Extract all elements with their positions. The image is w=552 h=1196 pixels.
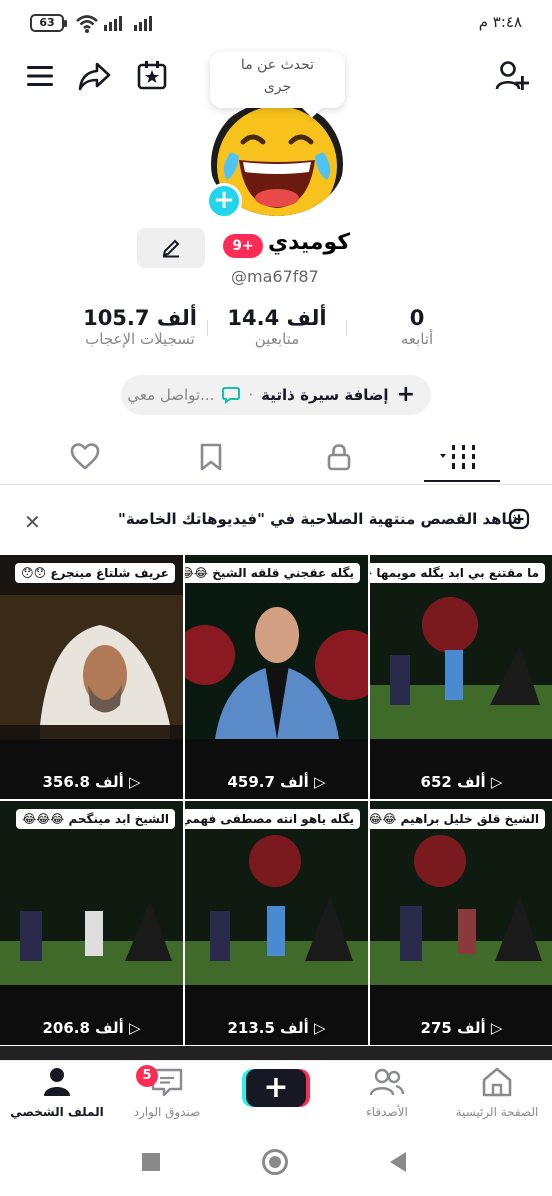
video-caption: يگله ياهو انته مصطفى فهمي 😂 (185, 809, 360, 829)
video-caption: الشيخ ابد مينگحم 😂😂😂 (16, 809, 175, 829)
nav-inbox[interactable]: صندوق الوارد (112, 1067, 222, 1119)
nav-friends[interactable]: الأصدقاء (332, 1067, 442, 1119)
back-button[interactable] (390, 1152, 406, 1172)
close-icon[interactable]: ✕ (24, 510, 41, 534)
video-views: 356.8 ألف ▷ (42, 773, 141, 791)
video-caption: ما مقتنع بي ابد يگله مويمها 😂 (370, 563, 545, 583)
edit-profile-button[interactable] (137, 228, 205, 268)
bio-separator: · (248, 386, 254, 404)
heart-icon (70, 443, 100, 470)
likes-count: 105.7 ألف (83, 306, 197, 330)
video-caption: يگله عقجني قلقه الشيخ 😂😂😂 (185, 563, 360, 583)
clock: ٣:٤٨ م (478, 13, 522, 31)
add-friend-icon[interactable] (492, 58, 532, 94)
video-tile[interactable]: يگله عقجني قلقه الشيخ 😂😂😂 459.7 ألف ▷ (185, 555, 368, 799)
system-nav-bar (0, 1135, 552, 1196)
friends-icon (369, 1068, 405, 1096)
inbox-badge: 5 (136, 1065, 158, 1087)
post-button[interactable]: + (246, 1069, 306, 1107)
video-views: 213.5 ألف ▷ (227, 1019, 326, 1037)
calendar-star-icon[interactable] (134, 58, 170, 92)
likes-label: تسجيلات الإعجاب (85, 330, 195, 348)
following-label: أتابعه (400, 330, 434, 348)
profile-name: كوميدي (268, 230, 351, 255)
video-grid: عريف شلتاغ مينجرع 😯😯 356.8 ألف ▷ يگله عق… (0, 555, 552, 1050)
expired-stories-banner[interactable]: ✕ شاهد القصص منتهية الصلاحية في "فيديوها… (0, 500, 552, 540)
profile-handle: @ma67f87 (231, 267, 319, 286)
bottom-nav: الصفحة الرئيسية الأصدقاء + صندوق الوارد … (0, 1060, 552, 1135)
nav-home[interactable]: الصفحة الرئيسية (442, 1067, 552, 1119)
bio-pill[interactable]: تواصل معي... · إضافة سيرة ذاتية + (121, 375, 431, 415)
video-tile[interactable]: الشيخ قلق خليل براهيم 😂😂 275 ألف ▷ (370, 801, 552, 1045)
nav-inbox-label: صندوق الوارد (133, 1105, 201, 1119)
video-views: 459.7 ألف ▷ (227, 773, 326, 791)
stat-following[interactable]: 0 أتابعه (372, 306, 462, 348)
banner-text: شاهد القصص منتهية الصلاحية في "فيديوهاتك… (118, 510, 522, 528)
video-caption: عريف شلتاغ مينجرع 😯😯 (15, 563, 175, 583)
followers-label: متابعين (254, 330, 300, 348)
nav-home-label: الصفحة الرئيسية (455, 1105, 539, 1119)
connect-label[interactable]: تواصل معي... (127, 386, 214, 404)
pencil-icon (162, 239, 180, 258)
battery-indicator: 63 (30, 14, 67, 32)
video-tile[interactable]: عريف شلتاغ مينجرع 😯😯 356.8 ألف ▷ (0, 555, 183, 799)
video-views: 652 ألف ▷ (420, 773, 503, 791)
add-bio-label[interactable]: إضافة سيرة ذاتية (261, 386, 388, 404)
video-views: 206.8 ألف ▷ (42, 1019, 141, 1037)
tab-videos[interactable] (393, 432, 531, 482)
status-bar: 63 ٣:٤٨ م (0, 0, 552, 48)
nav-friends-label: الأصدقاء (366, 1105, 408, 1119)
tab-private[interactable] (270, 432, 408, 482)
note-bubble[interactable]: تحدث عن ما جرى (210, 52, 345, 108)
chat-bubble-icon (222, 386, 241, 404)
tabs-divider (0, 484, 552, 485)
video-tile[interactable]: الشيخ ابد مينگحم 😂😂😂 206.8 ألف ▷ (0, 801, 183, 1045)
signal-icon (104, 16, 122, 31)
nav-profile-label: الملف الشخصي (10, 1105, 104, 1119)
home-button[interactable] (262, 1149, 288, 1175)
stat-likes: 105.7 ألف تسجيلات الإعجاب (70, 306, 210, 348)
bookmark-icon (200, 443, 222, 471)
tab-favorites[interactable] (142, 432, 280, 482)
stat-divider (346, 320, 347, 336)
following-count: 0 (409, 306, 425, 330)
profile-icon (44, 1068, 70, 1096)
video-views: 275 ألف ▷ (420, 1019, 503, 1037)
stat-followers[interactable]: 14.4 ألف متابعين (220, 306, 334, 348)
video-tile[interactable]: يگله ياهو انته مصطفى فهمي 😂 213.5 ألف ▷ (185, 801, 368, 1045)
plus-icon: + (396, 382, 415, 407)
menu-icon[interactable] (22, 60, 58, 92)
notification-badge[interactable]: 9+ (223, 234, 263, 258)
grid-icon (440, 445, 475, 469)
tab-liked[interactable] (16, 432, 154, 482)
active-tab-indicator (424, 480, 500, 482)
video-tile[interactable]: ما مقتنع بي ابد يگله مويمها 😂 652 ألف ▷ (370, 555, 552, 799)
add-circle-icon (508, 508, 530, 534)
stat-divider (207, 320, 208, 336)
share-icon[interactable] (76, 58, 114, 94)
followers-count: 14.4 ألف (227, 306, 327, 330)
home-icon (482, 1067, 512, 1097)
lock-icon (327, 444, 351, 471)
nav-profile[interactable]: الملف الشخصي (2, 1067, 112, 1119)
next-row-peek (0, 1046, 552, 1060)
add-story-button[interactable]: + (206, 183, 242, 219)
video-caption: الشيخ قلق خليل براهيم 😂😂 (370, 809, 545, 829)
signal-icon-2 (134, 16, 152, 31)
recent-apps-button[interactable] (142, 1153, 160, 1171)
note-bubble-text: تحدث عن ما جرى (240, 57, 315, 95)
wifi-icon (74, 13, 100, 35)
